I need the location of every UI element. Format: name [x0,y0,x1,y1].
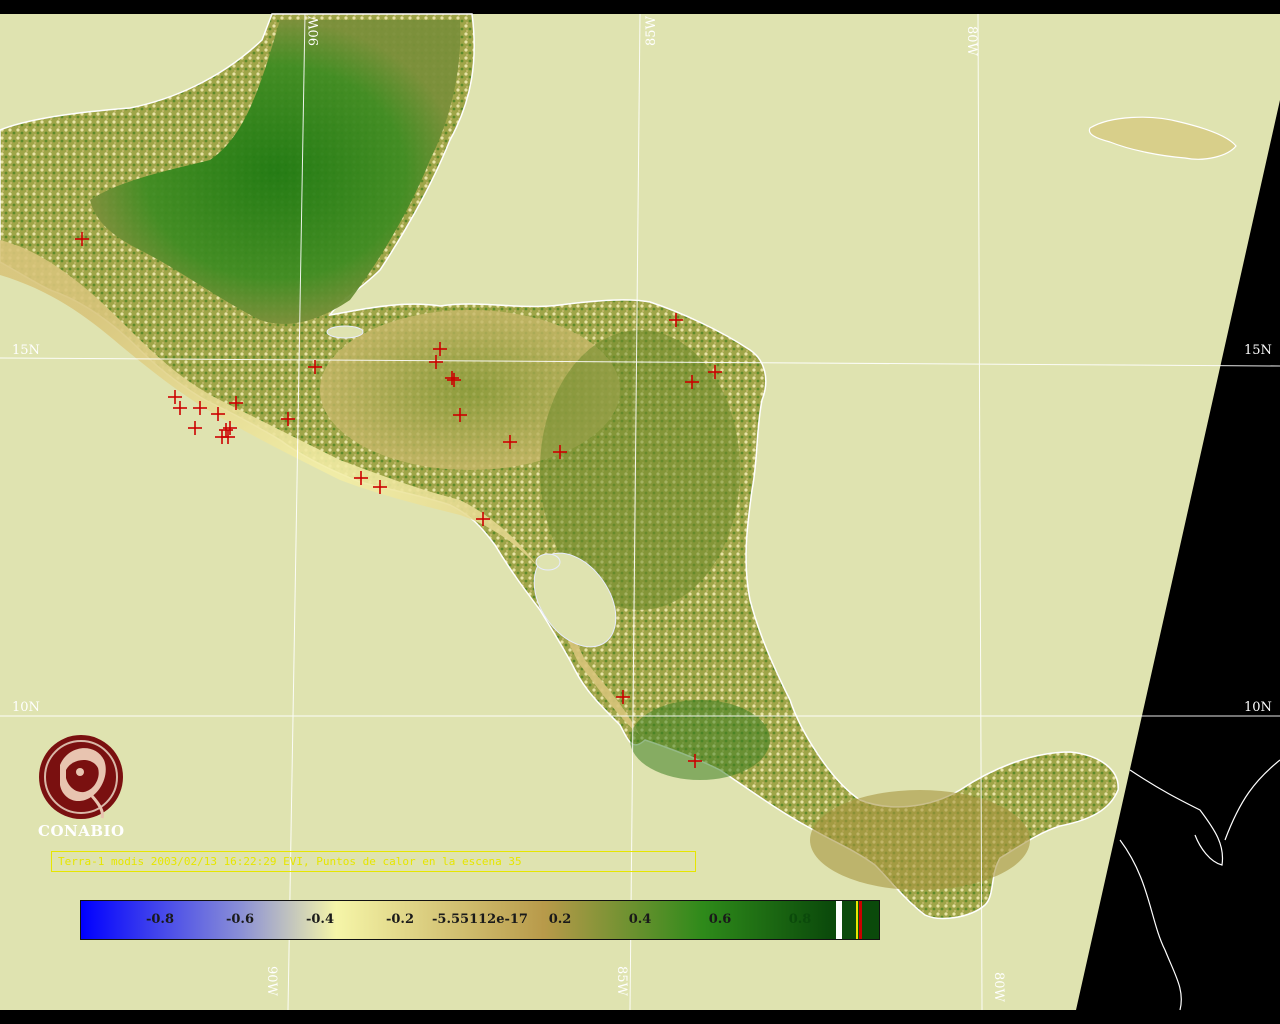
lake-managua [535,553,561,571]
grid-label-15n-left: 15N [12,343,40,358]
colorbar-tick-label: -0.2 [385,912,415,927]
colorbar-marker-0 [836,901,842,939]
grid-label-90w-top: 90W [307,15,322,46]
grid-label-15n-right: 15N [1244,343,1272,358]
colorbar-tick-label: 0.6 [708,912,732,927]
grid-label-10n-right: 10N [1244,700,1272,715]
colorbar-tick-label: -0.6 [225,912,255,927]
grid-label-85w-top: 85W [644,15,659,46]
conabio-logo-text: CONABIO [38,822,125,840]
conabio-logo [39,735,123,819]
colorbar-tick-label: 0.2 [548,912,572,927]
colorbar-tick-label: 0.4 [628,912,652,927]
colorbar-tick-label: 0.8 [788,912,812,927]
colorbar-marker-1 [856,901,858,939]
panama-vegetation [810,790,1030,890]
grid-label-10n-left: 10N [12,700,40,715]
grid-label-90w-bottom: 90W [264,966,279,997]
colorbar-marker-2 [859,901,862,939]
colorbar-tick-label: -0.8 [145,912,175,927]
grid-label-80w-top: 80W [964,26,979,57]
colorbar-tick-label: -5.55112e-17 [432,912,528,927]
lake-izabal [326,325,364,339]
costa-rica-forest [630,700,770,780]
colorbar-tick-label: -0.4 [305,912,335,927]
image-caption: Terra-1 modis 2003/02/13 16:22:29 EVI, P… [51,851,696,872]
grid-label-85w-bottom: 85W [614,966,629,997]
grid-label-80w-bottom: 80W [991,972,1006,1003]
